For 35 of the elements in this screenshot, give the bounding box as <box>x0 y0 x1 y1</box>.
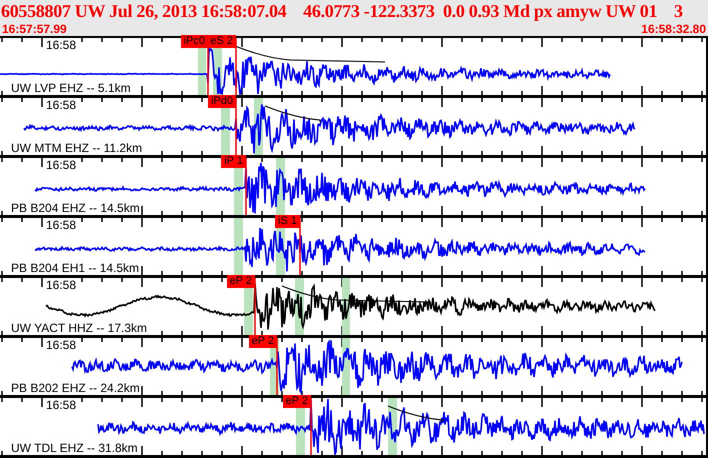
pick-line <box>310 398 312 455</box>
station-label: PB B204 EHZ -- 14.5km <box>10 201 141 215</box>
pick-line <box>299 218 301 275</box>
pick-flag[interactable]: eP 2 <box>282 395 311 408</box>
station-label: UW LVP EHZ -- 5.1km <box>10 81 132 95</box>
time-label: 16:58 <box>45 218 78 232</box>
amplitude-curve <box>388 406 444 422</box>
event-title: 60558807 UW Jul 26, 2013 16:58:07.04 46.0773 -122.3373 0.0 0.93 Md px amyw UW 01 3 <box>0 0 684 22</box>
time-label: 16:58 <box>45 98 78 112</box>
pick-flag[interactable]: iP 1 <box>221 155 246 168</box>
station-label: UW TDL EHZ -- 31.8km <box>10 441 139 455</box>
pick-line <box>235 38 237 95</box>
station-label: PB B202 EHZ -- 24.2km <box>10 381 141 395</box>
station-label: UW MTM EHZ -- 11.2km <box>10 141 144 155</box>
time-label: 16:58 <box>45 398 78 412</box>
phase-window <box>234 218 243 275</box>
time-label: 16:58 <box>45 278 78 292</box>
pick-line <box>276 338 278 395</box>
pick-line <box>254 278 256 335</box>
pick-flag[interactable]: iPc0 <box>180 35 208 48</box>
time-label: 16:58 <box>45 158 78 172</box>
pick-flag[interactable]: eP 2 <box>226 275 255 288</box>
amplitude-curve <box>264 106 320 122</box>
end-time: 16:58:32.80 <box>641 22 706 36</box>
station-label: PB B204 EH1 -- 14.5km <box>10 261 140 275</box>
time-label: 16:58 <box>45 38 78 52</box>
pick-line <box>245 158 247 215</box>
pick-flag[interactable]: eP 2 <box>248 335 277 348</box>
station-label: UW YACT HHZ -- 17.3km <box>10 321 148 335</box>
time-label: 16:58 <box>45 338 78 352</box>
pick-flag[interactable]: eS 2 <box>207 35 236 48</box>
pick-flag[interactable]: iPd0 <box>208 95 236 108</box>
pick-line <box>235 98 237 155</box>
pick-flag[interactable]: iS 1 <box>275 215 300 228</box>
start-time: 16:57:57.99 <box>2 22 67 36</box>
